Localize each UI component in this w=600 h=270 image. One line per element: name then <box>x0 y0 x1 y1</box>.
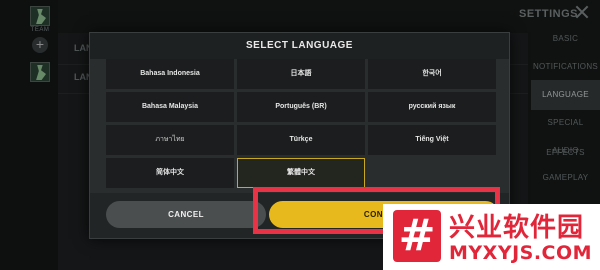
language-option-turkish[interactable]: Türkçe <box>237 125 365 155</box>
watermark: # 兴业软件园 MYXYJS.COM <box>383 204 600 270</box>
watermark-chinese-text: 兴业软件园 <box>449 213 585 243</box>
watermark-domain-text: MYXYJS.COM <box>449 242 593 264</box>
language-option-korean[interactable]: 한국어 <box>368 59 496 89</box>
language-option-simplified-chinese[interactable]: 简体中文 <box>106 158 234 188</box>
watermark-logo-icon: # <box>393 210 441 262</box>
language-option-vietnamese[interactable]: Tiếng Việt <box>368 125 496 155</box>
language-option-traditional-chinese[interactable]: 繁體中文 <box>237 158 365 188</box>
watermark-symbol: # <box>398 210 436 261</box>
language-option-bahasa-malaysia[interactable]: Bahasa Malaysia <box>106 92 234 122</box>
language-option-russian[interactable]: русский язык <box>368 92 496 122</box>
language-option-japanese[interactable]: 日本語 <box>237 59 365 89</box>
language-option-thai[interactable]: ภาษาไทย <box>106 125 234 155</box>
cancel-button[interactable]: CANCEL <box>106 201 266 228</box>
dialog-title: SELECT LANGUAGE <box>246 40 353 51</box>
language-option-bahasa-indonesia[interactable]: Bahasa Indonesia <box>106 59 234 89</box>
language-option-portuguese-br[interactable]: Português (BR) <box>237 92 365 122</box>
